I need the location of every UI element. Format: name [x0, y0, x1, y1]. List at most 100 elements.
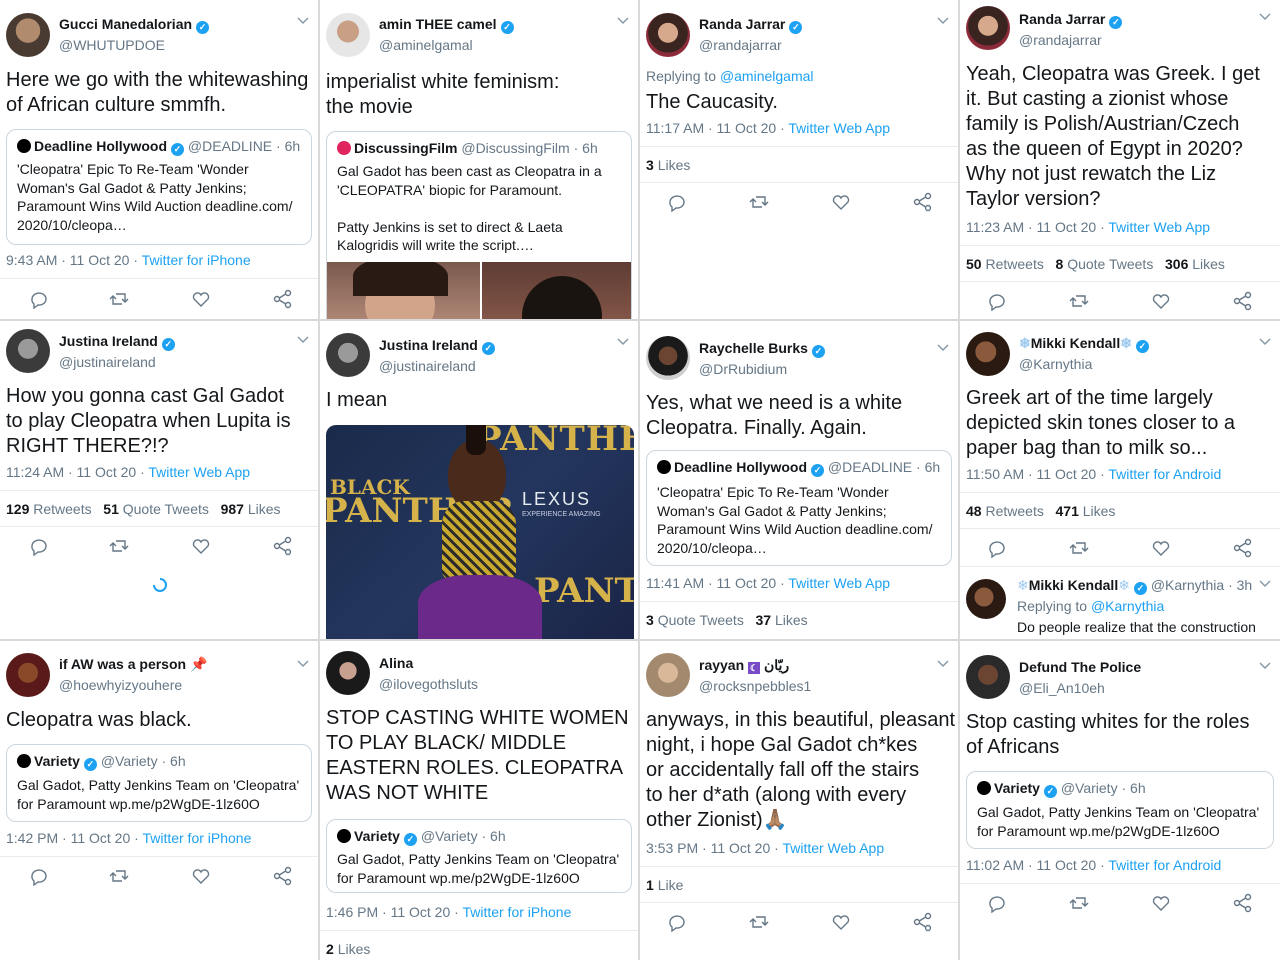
quoted-tweet[interactable]: Deadline Hollywood ✓ @DEADLINE · 6h 'Cleo… [646, 450, 952, 566]
avatar[interactable] [966, 655, 1010, 699]
chevron-down-icon[interactable] [296, 335, 310, 345]
tweet-source-link[interactable]: Twitter Web App [148, 464, 250, 480]
display-name[interactable]: if AW was a person 📌 [59, 656, 207, 673]
tweet-source-link[interactable]: Twitter Web App [782, 840, 884, 856]
chevron-down-icon[interactable] [1258, 12, 1272, 22]
retweet-icon[interactable] [1068, 537, 1090, 559]
display-name[interactable]: Justina Ireland ✓ [379, 337, 495, 355]
avatar[interactable] [6, 653, 50, 697]
user-handle[interactable]: @hoewhyizyouhere [59, 677, 182, 693]
display-name[interactable]: Justina Ireland ✓ [59, 333, 175, 351]
quoted-tweet-image[interactable] [482, 262, 631, 319]
display-name[interactable]: amin THEE camel ✓ [379, 16, 514, 34]
display-name[interactable]: ❄Mikki Kendall❄ ✓ [1019, 335, 1149, 353]
chevron-down-icon[interactable] [1258, 337, 1272, 347]
tweet-card[interactable]: Gucci Manedalorian ✓ @WHUTUPDOE Here we g… [0, 0, 318, 319]
user-handle[interactable]: @WHUTUPDOE [59, 37, 165, 53]
share-icon[interactable] [912, 191, 934, 213]
share-icon[interactable] [272, 288, 294, 310]
avatar[interactable] [966, 332, 1010, 376]
reply-icon[interactable] [666, 191, 688, 213]
chevron-down-icon[interactable] [296, 16, 310, 26]
chevron-down-icon[interactable] [616, 16, 630, 26]
reply-icon[interactable] [28, 288, 50, 310]
tweet-source-link[interactable]: Twitter for iPhone [142, 830, 251, 846]
quoted-tweet[interactable]: DiscussingFilm @DiscussingFilm · 6h Gal … [326, 131, 632, 319]
like-icon[interactable] [190, 865, 212, 887]
tweet-card[interactable]: Raychelle Burks ✓ @DrRubidium Yes, what w… [640, 321, 958, 639]
reply-tweet[interactable]: ❄Mikki Kendall❄ ✓ @Karnythia · 3h Replyin… [960, 567, 1280, 639]
tweet-source-link[interactable]: Twitter Web App [788, 120, 890, 136]
chevron-down-icon[interactable] [936, 16, 950, 26]
display-name[interactable]: Alina [379, 655, 413, 671]
avatar[interactable] [646, 336, 690, 380]
display-name[interactable]: Randa Jarrar ✓ [699, 16, 803, 34]
avatar[interactable] [646, 653, 690, 697]
reply-icon[interactable] [28, 865, 50, 887]
share-icon[interactable] [1232, 290, 1254, 312]
user-handle[interactable]: @Karnythia [1019, 356, 1092, 372]
retweets-link[interactable]: Retweets [985, 503, 1043, 519]
like-icon[interactable] [1150, 892, 1172, 914]
reply-icon[interactable] [666, 911, 688, 933]
user-handle[interactable]: @Eli_An10eh [1019, 680, 1105, 696]
retweet-icon[interactable] [1068, 892, 1090, 914]
chevron-down-icon[interactable] [1258, 661, 1272, 671]
user-handle[interactable]: @justinaireland [379, 358, 476, 374]
like-icon[interactable] [830, 191, 852, 213]
tweet-source-link[interactable]: Twitter for iPhone [462, 904, 571, 920]
display-name[interactable]: Defund The Police [1019, 659, 1141, 675]
avatar[interactable] [6, 13, 50, 57]
tweet-card[interactable]: rayyan ☾ ريّان @rocksnpebbles1 anyways, … [640, 641, 958, 960]
like-icon[interactable] [190, 535, 212, 557]
quote-tweets-link[interactable]: Quote Tweets [123, 501, 209, 517]
like-icon[interactable] [1150, 290, 1172, 312]
likes-link[interactable]: Likes [338, 941, 371, 957]
likes-link[interactable]: Likes [248, 501, 281, 517]
retweet-icon[interactable] [108, 865, 130, 887]
mention-link[interactable]: @aminelgamal [720, 68, 814, 84]
tweet-card[interactable]: Alina @ilovegothsluts STOP CASTING WHITE… [320, 641, 638, 960]
user-handle[interactable]: @aminelgamal [379, 37, 473, 53]
display-name[interactable]: Raychelle Burks ✓ [699, 340, 825, 358]
share-icon[interactable] [272, 535, 294, 557]
chevron-down-icon[interactable] [1258, 579, 1272, 589]
tweet-card[interactable]: Randa Jarrar ✓ @randajarrar Yeah, Cleopat… [960, 0, 1280, 319]
share-icon[interactable] [912, 911, 934, 933]
reply-icon[interactable] [986, 537, 1008, 559]
like-icon[interactable] [1150, 537, 1172, 559]
like-icon[interactable] [830, 911, 852, 933]
user-handle[interactable]: @rocksnpebbles1 [699, 678, 811, 694]
chevron-down-icon[interactable] [936, 343, 950, 353]
tweet-source-link[interactable]: Twitter Web App [788, 575, 890, 591]
like-icon[interactable] [190, 288, 212, 310]
avatar[interactable] [966, 579, 1006, 619]
user-handle[interactable]: @ilovegothsluts [379, 676, 478, 692]
avatar[interactable] [326, 13, 370, 57]
quote-tweets-link[interactable]: Quote Tweets [658, 612, 744, 628]
likes-link[interactable]: Likes [658, 157, 691, 173]
reply-icon[interactable] [28, 535, 50, 557]
tweet-card[interactable]: Defund The Police @Eli_An10eh Stop casti… [960, 641, 1280, 960]
share-icon[interactable] [1232, 537, 1254, 559]
display-name[interactable]: rayyan ☾ ريّان [699, 657, 789, 674]
quoted-tweet[interactable]: Deadline Hollywood ✓ @DEADLINE · 6h 'Cleo… [6, 129, 312, 245]
retweets-link[interactable]: Retweets [985, 256, 1043, 272]
quoted-tweet[interactable]: Variety ✓ @Variety · 6h Gal Gadot, Patty … [6, 744, 312, 822]
avatar[interactable] [646, 13, 690, 57]
mention-link[interactable]: @Karnythia [1091, 598, 1164, 614]
tweet-source-link[interactable]: Twitter for iPhone [142, 252, 251, 268]
retweet-icon[interactable] [748, 191, 770, 213]
avatar[interactable] [326, 651, 370, 695]
retweet-icon[interactable] [748, 911, 770, 933]
user-handle[interactable]: @randajarrar [699, 37, 782, 53]
retweets-link[interactable]: Retweets [33, 501, 91, 517]
likes-link[interactable]: Likes [1083, 503, 1116, 519]
quoted-tweet-image[interactable] [327, 262, 480, 319]
tweet-source-link[interactable]: Twitter for Android [1108, 857, 1221, 873]
quote-tweets-link[interactable]: Quote Tweets [1067, 256, 1153, 272]
tweet-image[interactable]: PANTHER BLACK PANTHER LEXUS EXPERIENCE A… [326, 425, 634, 639]
chevron-down-icon[interactable] [616, 337, 630, 347]
user-handle[interactable]: @justinaireland [59, 354, 156, 370]
likes-link[interactable]: Like [658, 877, 684, 893]
